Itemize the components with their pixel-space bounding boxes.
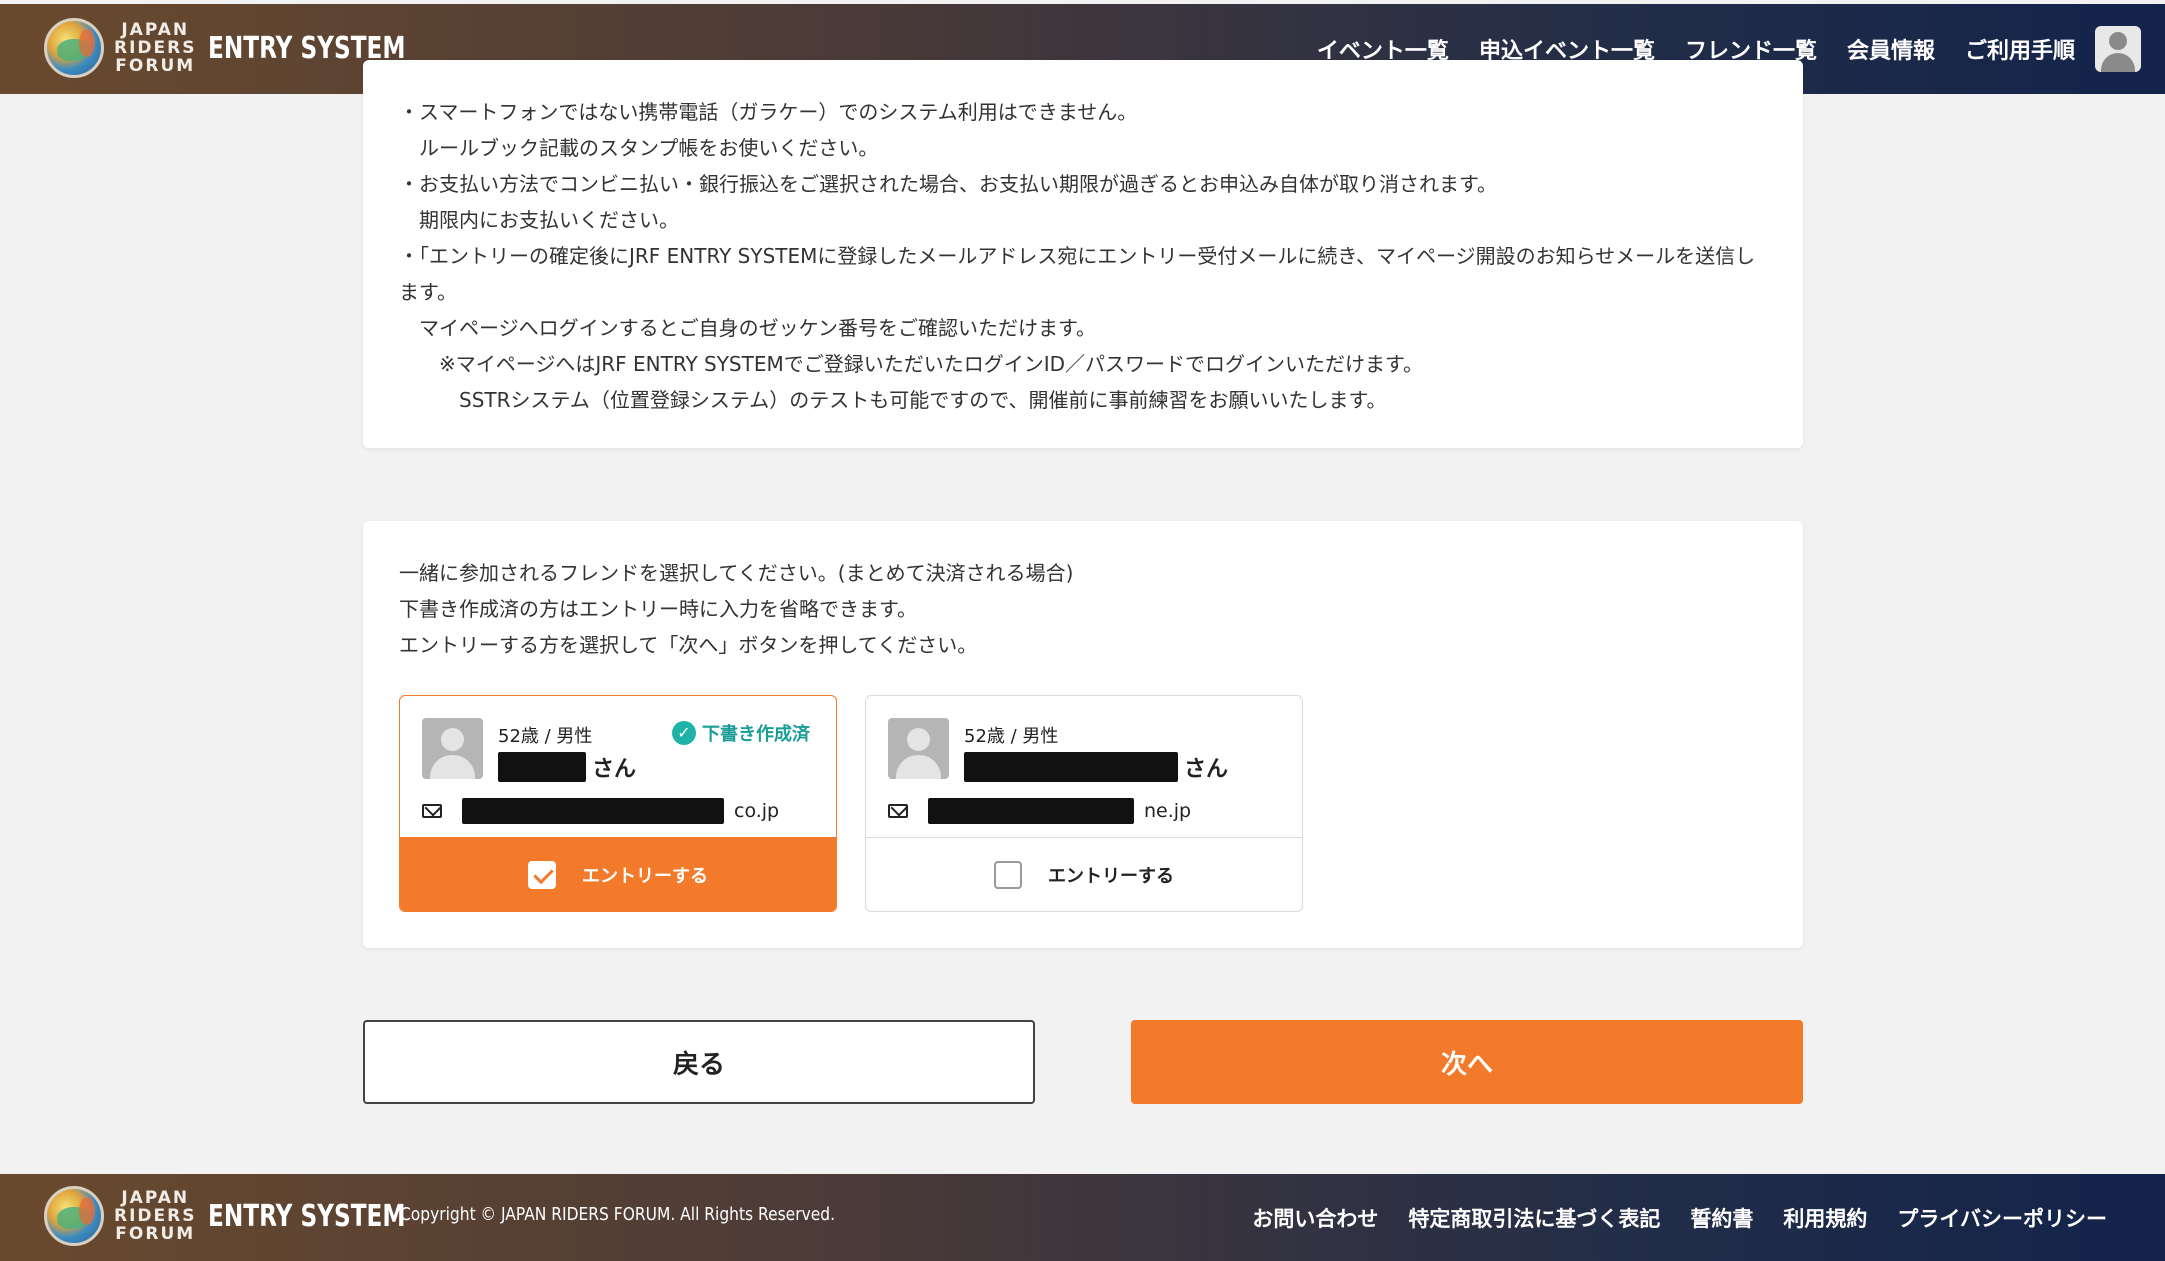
logo-line: JAPAN — [121, 20, 190, 40]
mail-icon — [422, 804, 442, 818]
logo-line: RIDERS — [114, 38, 197, 58]
footer-link-contact[interactable]: お問い合わせ — [1252, 1203, 1378, 1233]
globe-logo-icon — [44, 1186, 104, 1246]
honorific: さん — [1184, 757, 1229, 782]
draft-created-badge: ✓ 下書き作成済 — [672, 720, 810, 746]
mail-icon — [888, 804, 908, 818]
entry-toggle[interactable]: エントリーする — [866, 837, 1302, 911]
notes-list: ・スマートフォンではない携帯電話（ガラケー）でのシステム利用はできません。 ルー… — [399, 94, 1767, 418]
friend-card[interactable]: 52歳 / 男性 ✓ 下書き作成済 さん co.jp エントリーする — [399, 695, 837, 912]
note-line: ・お支払い方法でコンビニ払い・銀行振込をご選択された場合、お支払い期限が過ぎると… — [399, 172, 1497, 196]
email-suffix: co.jp — [734, 800, 780, 822]
friend-avatar-icon — [888, 718, 949, 779]
footer-nav: お問い合わせ 特定商取引法に基づく表記 誓約書 利用規約 プライバシーポリシー — [1252, 1174, 2107, 1261]
footer-link-pledge[interactable]: 誓約書 — [1690, 1203, 1753, 1233]
note-line: マイページへログインするとご自身のゼッケン番号をご確認いただけます。 — [399, 316, 1096, 340]
entry-checkbox[interactable] — [528, 860, 556, 889]
redacted-name — [964, 752, 1178, 782]
note-line: ・「エントリーの確定後にJRF ENTRY SYSTEMに登録したメールアドレス… — [399, 244, 1756, 304]
honorific: さん — [592, 757, 637, 782]
footer: JAPAN RIDERS FORUM ENTRY SYSTEM Copyrigh… — [0, 1174, 2165, 1261]
footer-link-terms[interactable]: 利用規約 — [1783, 1203, 1867, 1233]
friend-email: co.jp — [422, 798, 779, 824]
note-line: 期限内にお支払いください。 — [399, 208, 679, 232]
logo-wordmark: JAPAN RIDERS FORUM — [114, 21, 196, 75]
logo-line: FORUM — [115, 56, 196, 76]
footer-link-commerce-law[interactable]: 特定商取引法に基づく表記 — [1408, 1203, 1660, 1233]
user-avatar-icon[interactable] — [2095, 26, 2141, 72]
logo-line: JAPAN — [121, 1188, 190, 1208]
nav-usage-guide[interactable]: ご利用手順 — [1965, 33, 2075, 65]
check-circle-icon: ✓ — [672, 721, 696, 745]
note-line: ルールブック記載のスタンプ帳をお使いください。 — [399, 136, 879, 160]
logo-wordmark: JAPAN RIDERS FORUM — [114, 1189, 196, 1243]
globe-logo-icon — [44, 18, 104, 78]
footer-link-privacy[interactable]: プライバシーポリシー — [1897, 1203, 2107, 1233]
friend-email: ne.jp — [888, 798, 1191, 824]
note-line: SSTRシステム（位置登録システム）のテストも可能ですので、開催前に事前練習をお… — [399, 388, 1387, 412]
draft-badge-label: 下書き作成済 — [702, 724, 810, 745]
instruction-line: 下書き作成済の方はエントリー時に入力を省略できます。 — [399, 597, 917, 621]
friend-card[interactable]: 52歳 / 男性 さん ne.jp エントリーする — [865, 695, 1303, 912]
note-line: ・スマートフォンではない携帯電話（ガラケー）でのシステム利用はできません。 — [399, 100, 1138, 124]
friend-name: さん — [498, 751, 636, 783]
next-button[interactable]: 次へ — [1131, 1020, 1803, 1104]
friend-select-card: 一緒に参加されるフレンドを選択してください。(まとめて決済される場合) 下書き作… — [363, 521, 1803, 948]
redacted-email — [928, 798, 1134, 824]
friend-name: さん — [964, 751, 1228, 783]
email-suffix: ne.jp — [1144, 800, 1192, 822]
friend-age-gender: 52歳 / 男性 — [498, 726, 593, 747]
redacted-name — [498, 752, 586, 782]
entry-label: エントリーする — [1048, 865, 1174, 887]
friend-select-instructions: 一緒に参加されるフレンドを選択してください。(まとめて決済される場合) 下書き作… — [399, 555, 1767, 663]
redacted-email — [462, 798, 724, 824]
system-name: ENTRY SYSTEM — [208, 1198, 407, 1234]
instruction-line: 一緒に参加されるフレンドを選択してください。(まとめて決済される場合) — [399, 561, 1074, 585]
entry-toggle[interactable]: エントリーする — [400, 837, 836, 911]
copyright-text: Copyright © JAPAN RIDERS FORUM. All Righ… — [400, 1204, 836, 1225]
friend-age-gender: 52歳 / 男性 — [964, 726, 1059, 747]
nav-member-info[interactable]: 会員情報 — [1847, 33, 1935, 65]
instruction-line: エントリーする方を選択して「次へ」ボタンを押してください。 — [399, 633, 978, 657]
logo-line: RIDERS — [114, 1206, 197, 1226]
footer-brand-logo[interactable]: JAPAN RIDERS FORUM ENTRY SYSTEM — [44, 1186, 438, 1246]
back-button[interactable]: 戻る — [363, 1020, 1035, 1104]
friend-list: 52歳 / 男性 ✓ 下書き作成済 さん co.jp エントリーする 52歳 /… — [399, 695, 1303, 912]
notes-card: ・スマートフォンではない携帯電話（ガラケー）でのシステム利用はできません。 ルー… — [363, 60, 1803, 448]
entry-label: エントリーする — [582, 865, 708, 887]
note-line: ※マイページへはJRF ENTRY SYSTEMでご登録いただいたログインID／… — [399, 352, 1424, 376]
friend-avatar-icon — [422, 718, 483, 779]
logo-line: FORUM — [115, 1224, 196, 1244]
entry-checkbox[interactable] — [994, 860, 1022, 889]
